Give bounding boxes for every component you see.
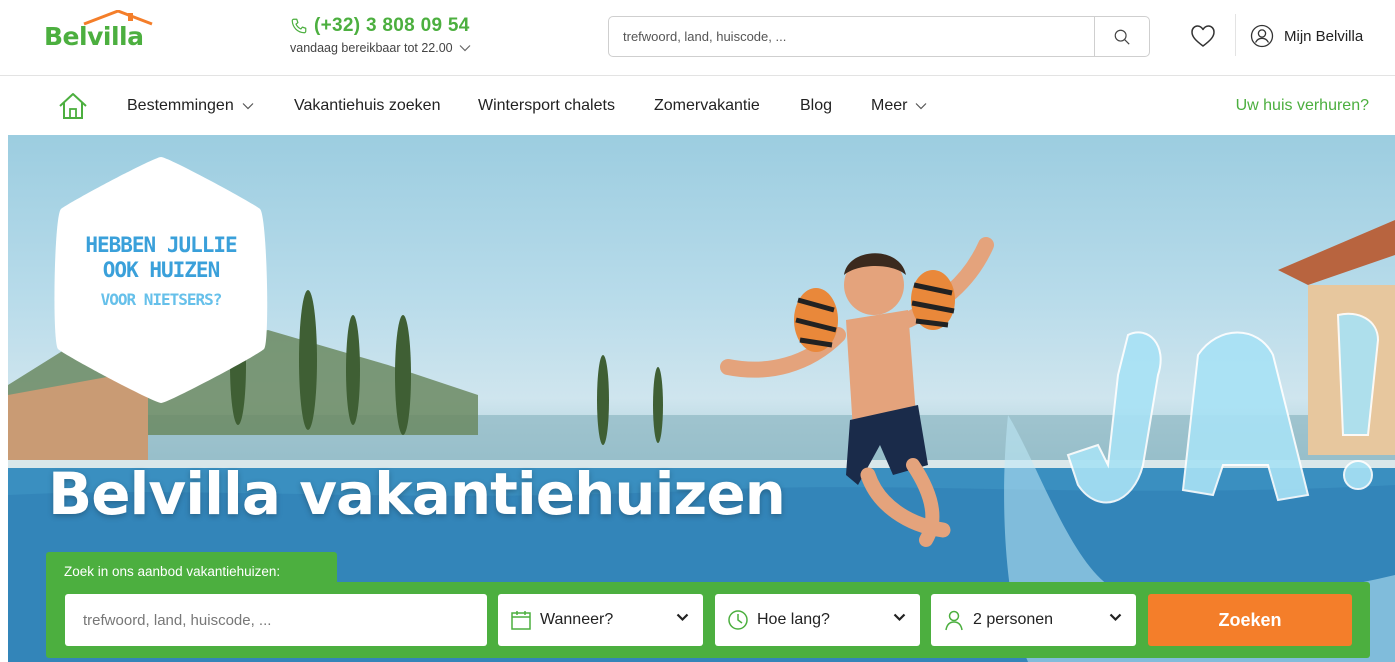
header-search-input[interactable] — [609, 17, 1094, 56]
account-label: Mijn Belvilla — [1284, 27, 1364, 45]
badge-line-2: OOK HUIZEN — [102, 257, 220, 282]
when-label: Wanneer? — [540, 611, 614, 628]
nav-item-meer[interactable]: Meer — [871, 97, 927, 115]
header-search-button[interactable] — [1094, 17, 1149, 56]
nav-item-blog[interactable]: Blog — [800, 97, 832, 115]
heart-icon[interactable] — [1190, 24, 1216, 48]
keyword-field — [65, 594, 487, 646]
top-header: Belvilla (+32) 3 808 09 54 vandaag berei… — [0, 0, 1395, 76]
nav-item-bestemmingen[interactable]: Bestemmingen — [127, 97, 254, 115]
nav-item-wintersport[interactable]: Wintersport chalets — [478, 97, 615, 115]
logo-text: Belvilla — [44, 22, 144, 51]
nav-item-vakantiehuis-zoeken[interactable]: Vakantiehuis zoeken — [294, 97, 440, 115]
guests-select[interactable]: 2 personen — [931, 594, 1136, 646]
duration-label: Hoe lang? — [757, 611, 830, 628]
search-submit-button[interactable]: Zoeken — [1148, 594, 1352, 646]
chevron-down-icon[interactable] — [459, 44, 471, 52]
search-icon — [1114, 29, 1130, 45]
phone-number[interactable]: (+32) 3 808 09 54 — [314, 15, 470, 37]
when-select[interactable]: Wanneer? — [498, 594, 703, 646]
chevron-down-icon — [916, 103, 927, 110]
rent-out-link[interactable]: Uw huis verhuren? — [1236, 97, 1369, 115]
phone-contact[interactable]: (+32) 3 808 09 54 vandaag bereikbaar tot… — [290, 15, 471, 55]
user-icon — [1250, 24, 1274, 48]
person-icon — [945, 610, 963, 631]
availability-text: vandaag bereikbaar tot 22.00 — [290, 41, 453, 55]
main-nav: Bestemmingen Vakantiehuis zoeken Winters… — [0, 77, 1395, 135]
keyword-input[interactable] — [65, 594, 487, 646]
belvilla-logo[interactable]: Belvilla — [44, 10, 156, 52]
duration-select[interactable]: Hoe lang? — [715, 594, 920, 646]
badge-line-3: VOOR NIETSERS? — [100, 289, 223, 309]
calendar-icon — [511, 611, 531, 630]
nav-item-zomervakantie[interactable]: Zomervakantie — [654, 97, 760, 115]
search-widget-label: Zoek in ons aanbod vakantiehuizen: — [46, 552, 337, 585]
account-link[interactable]: Mijn Belvilla — [1250, 24, 1363, 48]
header-search — [608, 16, 1150, 57]
header-divider — [1235, 14, 1236, 56]
hero-title: Belvilla vakantiehuizen — [48, 460, 786, 528]
chevron-down-icon — [1109, 613, 1122, 622]
chevron-down-icon — [893, 613, 906, 622]
promo-badge[interactable]: HEBBEN JULLIE OOK HUIZEN VOOR NIETSERS? — [48, 153, 274, 407]
badge-line-1: HEBBEN JULLIE — [85, 233, 237, 257]
guests-label: 2 personen — [973, 611, 1054, 628]
home-icon[interactable] — [58, 92, 88, 120]
phone-icon — [291, 18, 307, 34]
chevron-down-icon — [676, 613, 689, 622]
clock-icon — [728, 610, 748, 630]
chevron-down-icon — [242, 103, 254, 110]
